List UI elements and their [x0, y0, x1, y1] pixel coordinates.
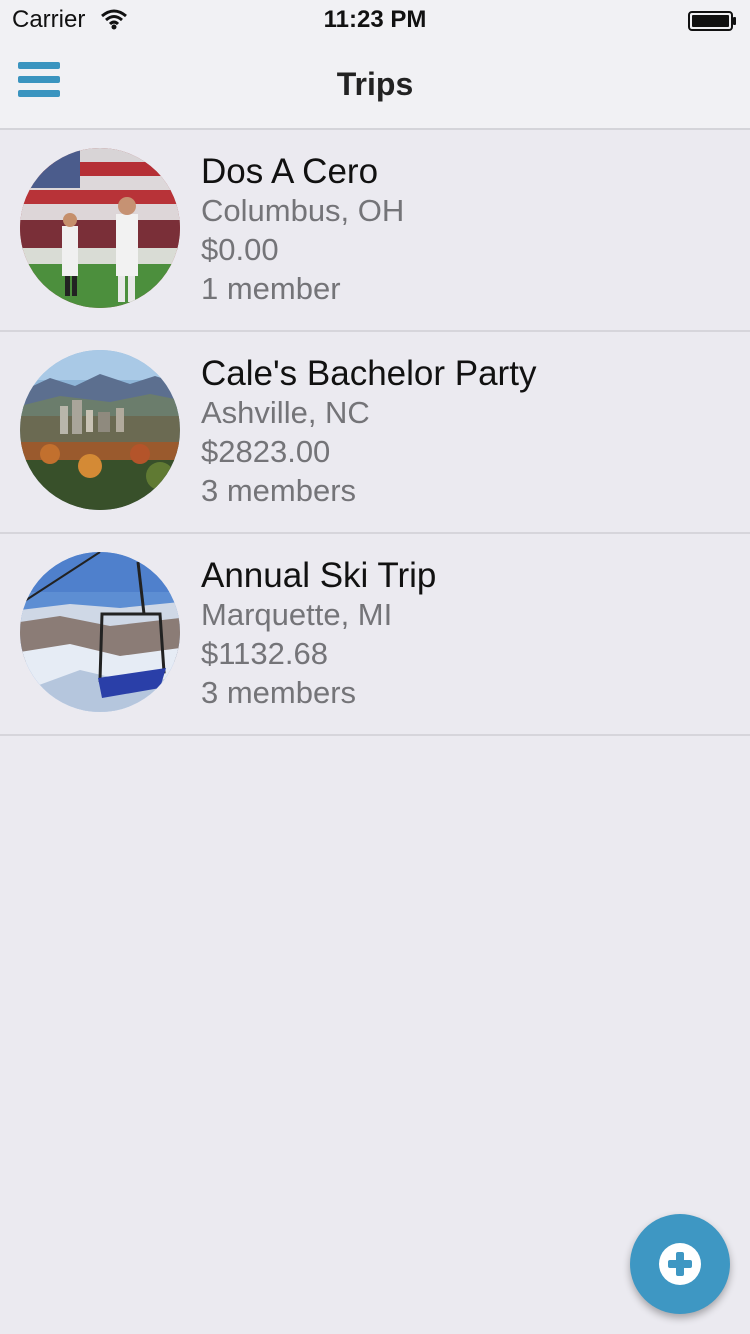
trip-members: 3 members	[201, 473, 357, 508]
soccer-stadium-photo	[20, 148, 180, 308]
add-circle-icon	[659, 1243, 701, 1285]
trip-row-bachelor-party[interactable]: Cale's Bachelor Party Ashville, NC $2823…	[0, 332, 750, 534]
trip-location: Ashville, NC	[201, 395, 370, 430]
trip-location: Columbus, OH	[201, 193, 405, 228]
trip-row-ski-trip[interactable]: Annual Ski Trip Marquette, MI $1132.68 3…	[0, 534, 750, 736]
trip-list: Dos A Cero Columbus, OH $0.00 1 member C…	[0, 130, 750, 736]
trip-location: Marquette, MI	[201, 597, 393, 632]
trip-name: Dos A Cero	[201, 152, 379, 191]
add-trip-button[interactable]	[630, 1214, 730, 1314]
trip-amount: $1132.68	[201, 636, 328, 671]
status-time: 11:23 PM	[323, 6, 427, 33]
trip-amount: $2823.00	[201, 434, 331, 469]
trip-members: 1 member	[201, 271, 341, 306]
status-bar: Carrier 11:23 PM	[0, 0, 750, 40]
trip-name: Annual Ski Trip	[201, 556, 437, 595]
trip-name: Cale's Bachelor Party	[201, 354, 537, 393]
nav-bar: Trips	[0, 40, 750, 130]
trip-amount: $0.00	[201, 232, 279, 267]
page-title: Trips	[336, 66, 414, 102]
battery-icon	[688, 11, 736, 31]
trip-members: 3 members	[201, 675, 357, 710]
city-mountains-photo	[20, 350, 180, 510]
trip-row-dos-a-cero[interactable]: Dos A Cero Columbus, OH $0.00 1 member	[0, 130, 750, 332]
ski-lift-photo	[20, 552, 180, 712]
